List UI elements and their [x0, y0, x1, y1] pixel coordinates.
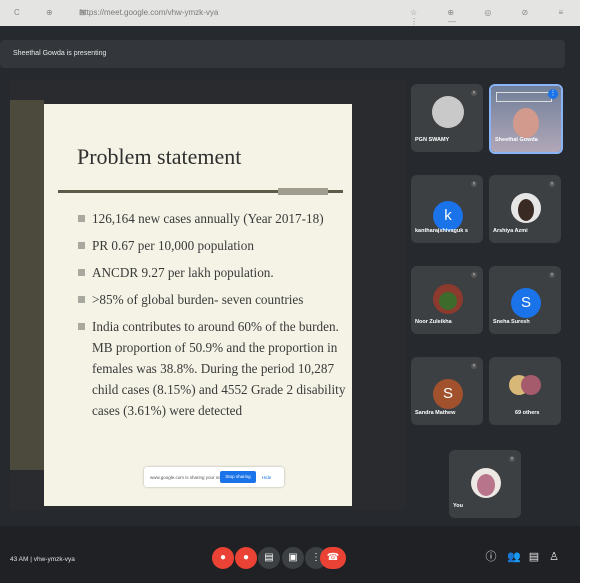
- mic-off-icon: ᵡ: [549, 181, 555, 187]
- bullet-square-icon: [78, 296, 85, 303]
- participant-tile-active[interactable]: ⋮ Sheethal Gowda: [489, 84, 563, 154]
- participant-name: Arshiya Azmi: [493, 228, 528, 234]
- mic-off-icon: ᵡ: [471, 272, 477, 278]
- participant-name: 69 others: [515, 410, 540, 416]
- meeting-time-code: 43 AM | vhw-ymzk-vya: [10, 556, 75, 563]
- avatar: [513, 108, 539, 138]
- participant-name: kantharajshivaguk s: [415, 228, 468, 234]
- slide-bullet-text: ANCDR 9.27 per lakh population.: [92, 265, 274, 280]
- participant-name: You: [453, 503, 463, 509]
- participant-tile-others[interactable]: 69 others: [489, 357, 561, 425]
- avatar: k: [433, 201, 463, 231]
- avatar-photo-figure: [518, 199, 534, 221]
- browser-tool-icons[interactable]: ☆ ⊕ ◎ ⊘ ≡ ⋮ —: [410, 8, 580, 26]
- present-button[interactable]: ▣: [282, 547, 304, 569]
- people-button[interactable]: 👥: [507, 550, 521, 564]
- avatar: S: [511, 288, 541, 318]
- avatar: [521, 375, 541, 395]
- slide-bullet: >85% of global burden- seven countries: [78, 289, 348, 310]
- bullet-square-icon: [78, 323, 85, 330]
- slide-bullet-text: >85% of global burden- seven countries: [92, 292, 304, 307]
- slide-bullet: PR 0.67 per 10,000 population: [78, 235, 348, 256]
- mic-off-icon: ●: [219, 552, 227, 563]
- end-call-icon: ☎: [326, 552, 340, 563]
- present-screen-icon: ▣: [288, 552, 298, 563]
- chat-button[interactable]: ▤: [527, 550, 541, 564]
- info-icon: ⓘ: [485, 551, 497, 563]
- screen-share-text: www.google.com is sharing your screen: [150, 475, 230, 480]
- presentation-slide: Problem statement 126,164 new cases annu…: [44, 104, 352, 506]
- mic-off-icon: ᵡ: [471, 181, 477, 187]
- stop-sharing-button[interactable]: Stop sharing: [220, 471, 256, 483]
- leave-call-button[interactable]: ☎: [320, 547, 346, 569]
- participant-tile[interactable]: k ᵡ kantharajshivaguk s: [411, 175, 483, 243]
- meeting-details-button[interactable]: ⓘ: [484, 550, 498, 564]
- mic-off-icon: ᵡ: [509, 456, 515, 462]
- bullet-square-icon: [78, 215, 85, 222]
- participant-name: Sandra Mathew: [415, 410, 456, 416]
- slide-bullet: India contributes to around 60% of the b…: [78, 316, 348, 421]
- avatar: S: [433, 379, 463, 409]
- participant-tile[interactable]: ᵡ Arshiya Azmi: [489, 175, 561, 243]
- bullet-square-icon: [78, 242, 85, 249]
- slide-bullet-text: 126,164 new cases annually (Year 2017-18…: [92, 211, 324, 226]
- avatar-photo-detail: [439, 292, 457, 310]
- video-background-frame: [496, 92, 552, 102]
- mic-off-icon: ᵡ: [549, 272, 555, 278]
- self-view-tile[interactable]: ᵡ You: [449, 450, 521, 518]
- captions-button[interactable]: ▤: [258, 547, 280, 569]
- browser-toolbar: C ⊕ ⊞ https://meet.google.com/vhw-ymzk-v…: [0, 0, 580, 26]
- participant-name: Sheethal Gowda: [495, 137, 538, 143]
- slide-bullet: ANCDR 9.27 per lakh population.: [78, 262, 348, 283]
- screen-share-notice: www.google.com is sharing your screen St…: [144, 467, 284, 487]
- captions-icon: ▤: [264, 552, 274, 563]
- participant-name: Noor Zuleikha: [415, 319, 452, 325]
- slide-title: Problem statement: [77, 144, 242, 169]
- call-controls-bar: 43 AM | vhw-ymzk-vya ● ● ▤ ▣ ⋮ ☎ ⓘ 👥 ▤ ♙: [0, 526, 580, 583]
- participant-name: PGN SWAMY: [415, 137, 450, 143]
- meet-screen: C ⊕ ⊞ https://meet.google.com/vhw-ymzk-v…: [0, 0, 580, 583]
- presenting-text: Sheethal Gowda is presenting: [13, 50, 107, 57]
- camera-off-icon: ●: [242, 552, 250, 563]
- avatar: [432, 96, 464, 128]
- mic-off-icon: ᵡ: [471, 90, 477, 96]
- slide-bullet-text: India contributes to around 60% of the b…: [92, 319, 346, 418]
- participant-name: Sneha Suresh: [493, 319, 530, 325]
- camera-toggle-button[interactable]: ●: [235, 547, 257, 569]
- slide-divider-accent: [278, 188, 328, 195]
- people-icon: 👥: [507, 551, 521, 563]
- avatar-photo-figure: [477, 474, 495, 496]
- stage-side-panel: [10, 100, 44, 470]
- speaking-indicator-icon: ⋮: [548, 89, 558, 99]
- presenting-banner: Sheethal Gowda is presenting: [0, 40, 565, 68]
- activities-button[interactable]: ♙: [547, 550, 561, 564]
- slide-bullet-text: PR 0.67 per 10,000 population: [92, 238, 254, 253]
- slide-bullet-list: 126,164 new cases annually (Year 2017-18…: [78, 208, 348, 427]
- slide-bullet: 126,164 new cases annually (Year 2017-18…: [78, 208, 348, 229]
- address-bar[interactable]: https://meet.google.com/vhw-ymzk-vya: [80, 8, 218, 17]
- bullet-square-icon: [78, 269, 85, 276]
- participant-tile[interactable]: S ᵡ Sandra Mathew: [411, 357, 483, 425]
- participant-tile[interactable]: S ᵡ Sneha Suresh: [489, 266, 561, 334]
- mic-toggle-button[interactable]: ●: [212, 547, 234, 569]
- participant-tile[interactable]: ᵡ PGN SWAMY: [411, 84, 483, 152]
- mic-off-icon: ᵡ: [471, 363, 477, 369]
- chat-icon: ▤: [528, 551, 540, 563]
- hide-link[interactable]: Hide: [262, 475, 271, 480]
- participant-tile[interactable]: ᵡ Noor Zuleikha: [411, 266, 483, 334]
- activities-icon: ♙: [549, 551, 559, 563]
